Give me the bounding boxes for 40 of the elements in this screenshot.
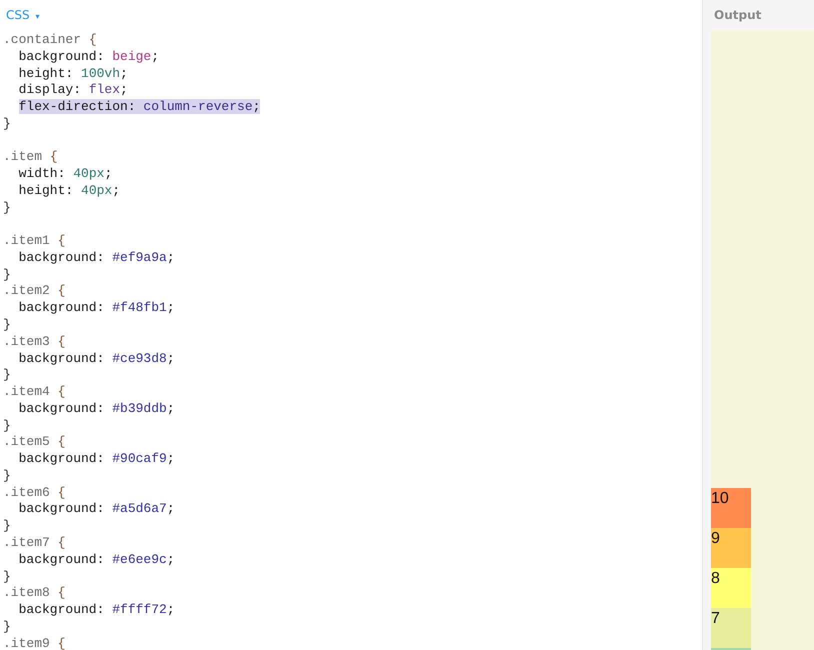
flex-item: 9 (711, 528, 751, 568)
code-line: } (2, 618, 12, 636)
code-line: } (2, 116, 12, 133)
code-line: display: flex; (18, 82, 129, 100)
code-line: } (2, 518, 12, 535)
code-line: .item9 { (2, 636, 66, 650)
code-line: .item7 { (2, 534, 66, 552)
code-line: } (2, 568, 12, 586)
code-line: .item5 { (2, 434, 66, 452)
code-line: background: #ef9a9a; (18, 250, 176, 267)
language-dropdown[interactable]: CSS ▾ (4, 7, 42, 23)
code-line: background: #ce93d8; (18, 350, 176, 368)
code-line: background: #90caf9; (18, 451, 176, 468)
code-line: background: beige; (18, 48, 160, 66)
code-line: background: #a5d6a7; (18, 501, 176, 518)
code-line: .item8 { (2, 585, 66, 602)
code-line: } (2, 367, 12, 384)
code-line: } (2, 317, 12, 334)
code-line: } (2, 418, 12, 434)
code-line: height: 40px; (18, 182, 122, 200)
code-line: background: #e6ee9c; (18, 552, 176, 568)
code-line: .item3 { (2, 334, 66, 351)
code-line: width: 40px; (18, 166, 114, 183)
code-line: } (2, 200, 12, 216)
flex-item: 7 (711, 608, 751, 648)
code-line: .item2 { (2, 283, 66, 300)
code-line: .item4 { (2, 384, 66, 401)
code-line: .container { (2, 32, 98, 49)
code-line: height: 100vh; (18, 66, 129, 82)
flex-item: 8 (711, 568, 751, 608)
code-line: .item1 { (2, 233, 66, 250)
code-line: .item6 { (2, 484, 66, 502)
code-line: background: #f48fb1; (18, 300, 176, 318)
output-title: Output (714, 8, 762, 22)
flex-item: 10 (711, 488, 751, 528)
code-line: } (2, 266, 12, 284)
code-line: background: #ffff72; (18, 602, 176, 619)
code-line: .item { (2, 149, 59, 166)
code-line: } (2, 468, 12, 485)
code-line: background: #b39ddb; (18, 400, 176, 418)
